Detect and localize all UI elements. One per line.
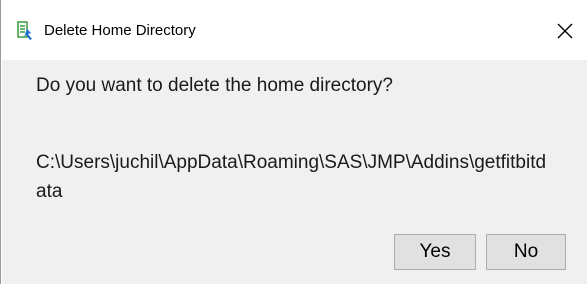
close-button[interactable] xyxy=(542,8,587,54)
close-icon xyxy=(557,23,573,39)
delete-home-directory-dialog: Delete Home Directory Do you want to del… xyxy=(0,0,587,284)
dialog-body: Do you want to delete the home directory… xyxy=(2,60,587,284)
window-title: Delete Home Directory xyxy=(44,22,196,39)
jmp-addin-icon xyxy=(17,21,37,41)
home-directory-path: C:\Users\juchil\AppData\Roaming\SAS\JMP\… xyxy=(36,152,547,202)
confirm-question: Do you want to delete the home directory… xyxy=(36,75,393,96)
yes-button[interactable]: Yes xyxy=(394,234,476,270)
title-bar: Delete Home Directory xyxy=(2,0,587,60)
no-button[interactable]: No xyxy=(486,234,566,270)
